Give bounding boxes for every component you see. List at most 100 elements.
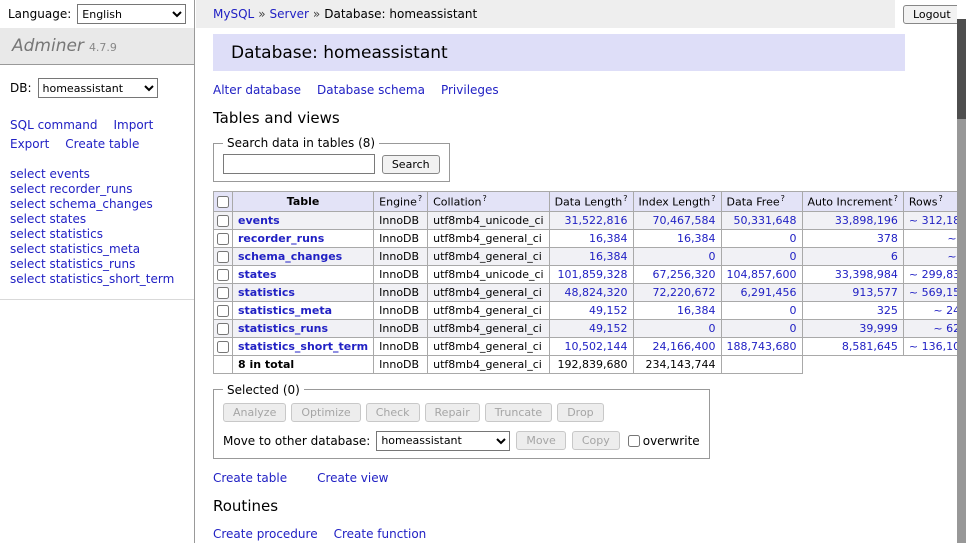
value-link[interactable]: 16,384: [589, 250, 628, 263]
help-link[interactable]: ?: [623, 194, 627, 203]
db-select[interactable]: homeassistant: [38, 78, 158, 98]
breadcrumb-link-mysql[interactable]: MySQL: [213, 7, 254, 21]
table-name-link[interactable]: schema_changes: [238, 250, 342, 263]
row-checkbox[interactable]: [217, 341, 229, 353]
row-checkbox[interactable]: [217, 323, 229, 335]
sidebar-link-import[interactable]: Import: [113, 116, 153, 135]
value-link[interactable]: 31,522,816: [565, 214, 628, 227]
table-name-link[interactable]: events: [238, 214, 280, 227]
value-link[interactable]: 8,581,645: [842, 340, 898, 353]
help-link[interactable]: ?: [938, 194, 942, 203]
action-database-schema[interactable]: Database schema: [317, 83, 425, 97]
value-link[interactable]: 0: [790, 250, 797, 263]
value-link[interactable]: 33,898,196: [835, 214, 898, 227]
help-link[interactable]: ?: [418, 194, 422, 203]
value-link[interactable]: 104,857,600: [727, 268, 797, 281]
collation-cell: utf8mb4_general_ci: [428, 283, 549, 301]
create-create-view[interactable]: Create view: [317, 471, 388, 485]
sidebar-select-statistics-runs[interactable]: select statistics_runs: [10, 257, 184, 272]
sidebar-select-statistics-meta[interactable]: select statistics_meta: [10, 242, 184, 257]
number-cell: 48,824,320: [549, 283, 633, 301]
value-link[interactable]: 67,256,320: [653, 268, 716, 281]
breadcrumb-link-server[interactable]: Server: [270, 7, 309, 21]
sidebar-select-states[interactable]: select states: [10, 212, 184, 227]
table-name-link[interactable]: states: [238, 268, 277, 281]
search-button[interactable]: Search: [382, 155, 440, 174]
value-link[interactable]: 70,467,584: [653, 214, 716, 227]
sidebar-select-events[interactable]: select events: [10, 167, 184, 182]
value-link[interactable]: 16,384: [677, 304, 716, 317]
row-checkbox[interactable]: [217, 287, 229, 299]
table-name-link[interactable]: statistics_short_term: [238, 340, 368, 353]
table-name-link[interactable]: recorder_runs: [238, 232, 324, 245]
breadcrumb-current: Database: homeassistant: [324, 7, 477, 21]
action-privileges[interactable]: Privileges: [441, 83, 499, 97]
value-link[interactable]: 101,859,328: [558, 268, 628, 281]
sidebar-select-statistics[interactable]: select statistics: [10, 227, 184, 242]
value-link[interactable]: 72,220,672: [653, 286, 716, 299]
help-link[interactable]: ?: [711, 194, 715, 203]
routine-create-procedure[interactable]: Create procedure: [213, 527, 318, 541]
overwrite-checkbox[interactable]: [628, 435, 640, 447]
number-cell: 0: [721, 229, 802, 247]
routine-create-function[interactable]: Create function: [334, 527, 427, 541]
scrollbar-thumb[interactable]: [957, 19, 966, 119]
select-all-checkbox[interactable]: [217, 196, 229, 208]
search-input[interactable]: [223, 154, 375, 174]
optimize-button: Optimize: [291, 403, 360, 422]
row-checkbox[interactable]: [217, 269, 229, 281]
value-link[interactable]: 39,999: [859, 322, 898, 335]
value-link[interactable]: 50,331,648: [734, 214, 797, 227]
sidebar-select-recorder-runs[interactable]: select recorder_runs: [10, 182, 184, 197]
collation-cell: utf8mb4_general_ci: [428, 301, 549, 319]
sidebar-select-schema-changes[interactable]: select schema_changes: [10, 197, 184, 212]
sidebar-link-sql-command[interactable]: SQL command: [10, 116, 97, 135]
value-link[interactable]: 0: [790, 232, 797, 245]
value-link[interactable]: 0: [790, 322, 797, 335]
total-data-free: [721, 355, 802, 373]
action-alter-database[interactable]: Alter database: [213, 83, 301, 97]
overwrite-label: overwrite: [643, 434, 700, 448]
scrollbar[interactable]: [957, 0, 966, 543]
logout-button[interactable]: Logout: [903, 5, 961, 24]
tables-table: TableEngine?Collation?Data Length?Index …: [213, 191, 966, 374]
adminer-logo[interactable]: Adminer: [12, 36, 84, 56]
language-select[interactable]: English: [77, 4, 186, 24]
value-link[interactable]: 6,291,456: [741, 286, 797, 299]
table-name-link[interactable]: statistics_runs: [238, 322, 328, 335]
row-check-cell: [214, 337, 233, 355]
value-link[interactable]: 0: [709, 322, 716, 335]
value-link[interactable]: 16,384: [589, 232, 628, 245]
value-link[interactable]: 10,502,144: [565, 340, 628, 353]
table-name-link[interactable]: statistics: [238, 286, 295, 299]
sidebar-select-statistics-short-term[interactable]: select statistics_short_term: [10, 272, 184, 287]
value-link[interactable]: 49,152: [589, 322, 628, 335]
sidebar-link-create-table[interactable]: Create table: [65, 135, 139, 154]
row-checkbox[interactable]: [217, 215, 229, 227]
value-link[interactable]: 6: [891, 250, 898, 263]
value-link[interactable]: 49,152: [589, 304, 628, 317]
help-link[interactable]: ?: [482, 194, 486, 203]
value-link[interactable]: 33,398,984: [835, 268, 898, 281]
value-link[interactable]: 24,166,400: [653, 340, 716, 353]
help-link[interactable]: ?: [781, 194, 785, 203]
value-link[interactable]: 188,743,680: [727, 340, 797, 353]
create-create-table[interactable]: Create table: [213, 471, 287, 485]
value-link[interactable]: 325: [877, 304, 898, 317]
value-link[interactable]: 48,824,320: [565, 286, 628, 299]
help-link[interactable]: ?: [894, 194, 898, 203]
value-link[interactable]: 378: [877, 232, 898, 245]
row-checkbox[interactable]: [217, 251, 229, 263]
drop-button: Drop: [557, 403, 603, 422]
value-link[interactable]: 16,384: [677, 232, 716, 245]
move-db-select[interactable]: homeassistant: [376, 431, 510, 451]
row-checkbox[interactable]: [217, 233, 229, 245]
collation-cell: utf8mb4_general_ci: [428, 337, 549, 355]
value-link[interactable]: 0: [790, 304, 797, 317]
table-row-statistics-meta: statistics_metaInnoDButf8mb4_general_ci4…: [214, 301, 966, 319]
value-link[interactable]: 913,577: [852, 286, 898, 299]
sidebar-link-export[interactable]: Export: [10, 135, 49, 154]
value-link[interactable]: 0: [709, 250, 716, 263]
row-checkbox[interactable]: [217, 305, 229, 317]
table-name-link[interactable]: statistics_meta: [238, 304, 332, 317]
